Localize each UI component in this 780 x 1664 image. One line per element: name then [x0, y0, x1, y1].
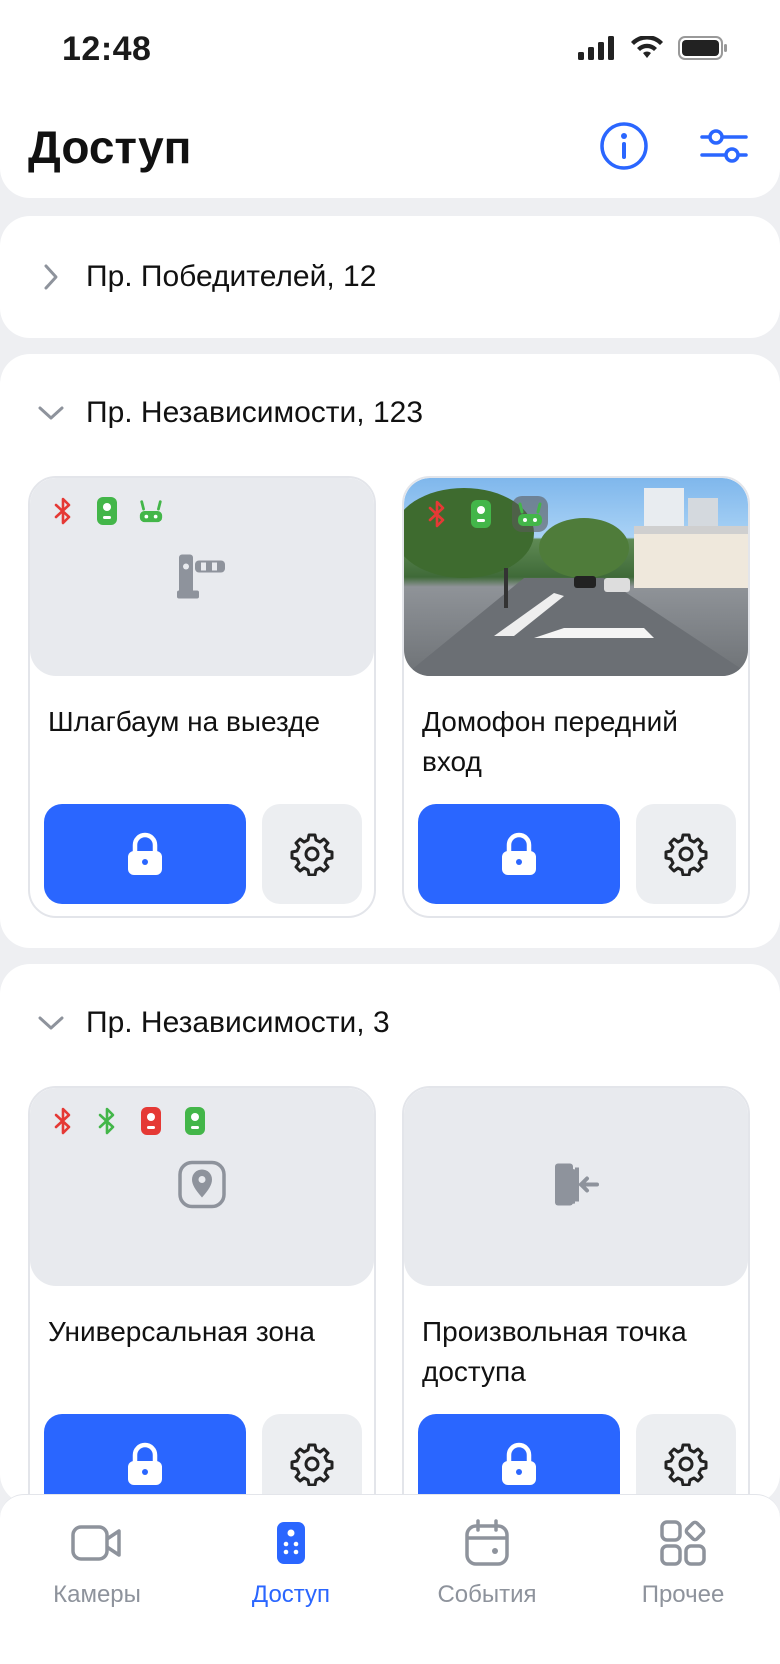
tab-label: Камеры [53, 1581, 141, 1608]
battery-icon [678, 36, 728, 65]
status-badges [50, 496, 164, 526]
status-badges [50, 1106, 208, 1136]
card-title: Произвольная точка доступа [422, 1316, 687, 1387]
tab-access[interactable]: Доступ [206, 1515, 376, 1609]
tab-label: Доступ [251, 1581, 331, 1608]
card-title: Домофон передний вход [422, 706, 678, 777]
chevron-down-icon [36, 398, 66, 428]
open-lock-button[interactable] [44, 804, 246, 904]
app-header: Доступ [0, 100, 780, 198]
card-media [404, 1088, 748, 1286]
wifi-icon [630, 35, 664, 65]
tab-label: События [437, 1581, 537, 1608]
group-nezavisimosti-3: Пр. Независимости, 3 Универсальная зона [0, 964, 780, 1528]
card-settings-button[interactable] [636, 804, 736, 904]
chevron-right-icon [36, 262, 66, 292]
video-camera-icon [12, 1515, 182, 1571]
info-icon [600, 122, 648, 170]
intercom-icon [94, 496, 120, 526]
bluetooth-icon [50, 496, 76, 526]
info-button[interactable] [596, 118, 652, 174]
bluetooth-icon [424, 499, 450, 529]
access-card[interactable]: Универсальная зона [28, 1086, 376, 1528]
gear-icon [664, 1443, 708, 1486]
status-icons [578, 35, 728, 65]
camera-preview[interactable] [404, 478, 748, 676]
card-title: Универсальная зона [48, 1316, 315, 1347]
location-pin-icon [177, 1160, 227, 1215]
filter-sliders-icon [700, 129, 748, 163]
router-icon [138, 496, 164, 526]
status-time: 12:48 [62, 30, 152, 68]
intercom-icon [138, 1106, 164, 1136]
group-header[interactable]: Пр. Победителей, 12 [36, 260, 376, 294]
card-media [30, 1088, 374, 1286]
group-title: Пр. Независимости, 123 [86, 396, 424, 429]
bluetooth-icon [50, 1106, 76, 1136]
lock-icon [502, 1442, 536, 1485]
remote-icon [206, 1515, 376, 1571]
status-bar: 12:48 [0, 0, 780, 100]
group-header[interactable]: Пр. Независимости, 3 [36, 1006, 390, 1040]
card-title: Шлагбаум на выезде [48, 706, 321, 737]
tab-more[interactable]: Прочее [598, 1515, 768, 1609]
card-settings-button[interactable] [262, 804, 362, 904]
access-card[interactable]: Домофон передний вход [402, 476, 750, 918]
barrier-icon [177, 551, 227, 604]
tab-events[interactable]: События [402, 1515, 572, 1609]
filter-button[interactable] [696, 118, 752, 174]
group-nezavisimosti-123: Пр. Независимости, 123 Шлагбаум на выезд… [0, 354, 780, 948]
group-header[interactable]: Пр. Независимости, 123 [36, 396, 423, 430]
access-card[interactable]: Произвольная точка доступа [402, 1086, 750, 1528]
calendar-icon [402, 1515, 572, 1571]
router-icon [512, 496, 548, 532]
group-title: Пр. Победителей, 12 [86, 260, 377, 293]
open-lock-button[interactable] [418, 804, 620, 904]
status-badges [424, 496, 548, 532]
gear-icon [664, 833, 708, 876]
lock-icon [128, 1442, 162, 1485]
door-enter-icon [551, 1160, 601, 1215]
tab-label: Прочее [641, 1581, 725, 1608]
intercom-icon [182, 1106, 208, 1136]
intercom-icon [468, 499, 494, 529]
tab-cameras[interactable]: Камеры [12, 1515, 182, 1609]
cellular-signal-icon [578, 36, 616, 65]
group-pobediteley: Пр. Победителей, 12 [0, 216, 780, 338]
lock-icon [502, 832, 536, 875]
chevron-down-icon [36, 1008, 66, 1038]
gear-icon [290, 833, 334, 876]
lock-icon [128, 832, 162, 875]
bottom-tab-bar: Камеры Доступ События Прочее [0, 1494, 780, 1664]
page-title: Доступ [28, 121, 192, 173]
apps-icon [598, 1515, 768, 1571]
bluetooth-icon [94, 1106, 120, 1136]
access-card[interactable]: Шлагбаум на выезде [28, 476, 376, 918]
group-title: Пр. Независимости, 3 [86, 1006, 390, 1039]
card-media [30, 478, 374, 676]
gear-icon [290, 1443, 334, 1486]
